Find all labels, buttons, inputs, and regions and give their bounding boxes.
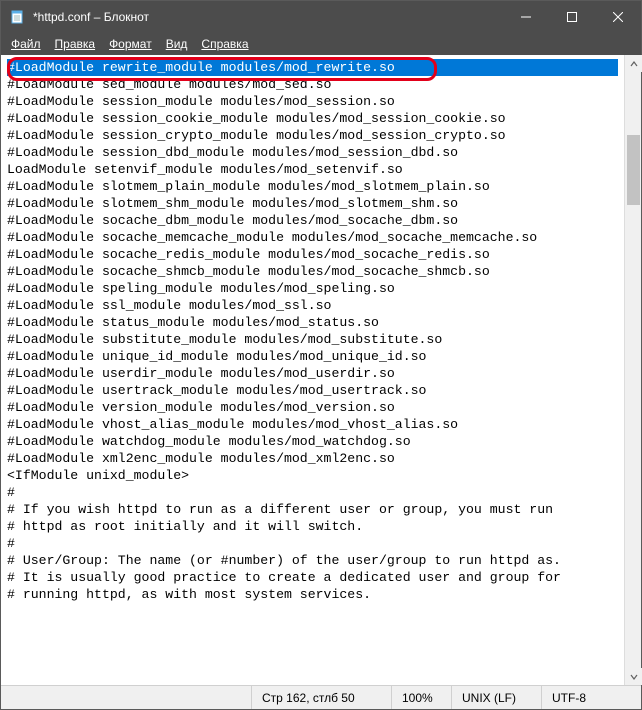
text-line[interactable]: # User/Group: The name (or #number) of t… bbox=[7, 552, 618, 569]
text-line[interactable]: #LoadModule socache_memcache_module modu… bbox=[7, 229, 618, 246]
menu-file[interactable]: Файл bbox=[5, 35, 47, 53]
status-eol: UNIX (LF) bbox=[451, 686, 541, 709]
status-encoding: UTF-8 bbox=[541, 686, 641, 709]
vertical-scrollbar[interactable] bbox=[624, 55, 641, 685]
text-line[interactable]: #LoadModule session_dbd_module modules/m… bbox=[7, 144, 618, 161]
text-line[interactable]: #LoadModule socache_shmcb_module modules… bbox=[7, 263, 618, 280]
notepad-icon bbox=[9, 9, 25, 25]
text-line[interactable]: #LoadModule watchdog_module modules/mod_… bbox=[7, 433, 618, 450]
text-line[interactable]: #LoadModule vhost_alias_module modules/m… bbox=[7, 416, 618, 433]
status-spacer bbox=[1, 686, 251, 709]
text-line[interactable]: # It is usually good practice to create … bbox=[7, 569, 618, 586]
text-line[interactable]: #LoadModule xml2enc_module modules/mod_x… bbox=[7, 450, 618, 467]
maximize-button[interactable] bbox=[549, 1, 595, 33]
text-content[interactable]: #LoadModule rewrite_module modules/mod_r… bbox=[1, 55, 624, 685]
text-line[interactable]: #LoadModule socache_redis_module modules… bbox=[7, 246, 618, 263]
editor-area: #LoadModule rewrite_module modules/mod_r… bbox=[1, 55, 641, 685]
status-zoom: 100% bbox=[391, 686, 451, 709]
status-position: Стр 162, стлб 50 bbox=[251, 686, 391, 709]
text-line[interactable]: #LoadModule userdir_module modules/mod_u… bbox=[7, 365, 618, 382]
scroll-down-button[interactable] bbox=[625, 668, 642, 685]
text-line[interactable]: #LoadModule sed_module modules/mod_sed.s… bbox=[7, 76, 618, 93]
text-line[interactable]: #LoadModule session_module modules/mod_s… bbox=[7, 93, 618, 110]
close-button[interactable] bbox=[595, 1, 641, 33]
text-line[interactable]: #LoadModule slotmem_plain_module modules… bbox=[7, 178, 618, 195]
text-line[interactable]: # If you wish httpd to run as a differen… bbox=[7, 501, 618, 518]
scroll-up-button[interactable] bbox=[625, 55, 642, 72]
menu-format[interactable]: Формат bbox=[103, 35, 158, 53]
minimize-button[interactable] bbox=[503, 1, 549, 33]
text-line[interactable]: #LoadModule slotmem_shm_module modules/m… bbox=[7, 195, 618, 212]
text-line[interactable]: #LoadModule socache_dbm_module modules/m… bbox=[7, 212, 618, 229]
text-line[interactable]: #LoadModule status_module modules/mod_st… bbox=[7, 314, 618, 331]
text-line[interactable]: #LoadModule ssl_module modules/mod_ssl.s… bbox=[7, 297, 618, 314]
text-line[interactable]: #LoadModule session_cookie_module module… bbox=[7, 110, 618, 127]
text-line[interactable]: #LoadModule substitute_module modules/mo… bbox=[7, 331, 618, 348]
menubar: Файл Правка Формат Вид Справка bbox=[1, 33, 641, 55]
selected-text-line[interactable]: #LoadModule rewrite_module modules/mod_r… bbox=[7, 59, 618, 76]
window-title: *httpd.conf – Блокнот bbox=[33, 10, 503, 24]
text-line[interactable]: #LoadModule usertrack_module modules/mod… bbox=[7, 382, 618, 399]
text-line[interactable]: # bbox=[7, 484, 618, 501]
text-line[interactable]: #LoadModule speling_module modules/mod_s… bbox=[7, 280, 618, 297]
scroll-thumb[interactable] bbox=[627, 135, 640, 205]
menu-view[interactable]: Вид bbox=[160, 35, 194, 53]
text-line[interactable]: #LoadModule unique_id_module modules/mod… bbox=[7, 348, 618, 365]
text-line[interactable]: # bbox=[7, 535, 618, 552]
text-line[interactable]: # httpd as root initially and it will sw… bbox=[7, 518, 618, 535]
text-line[interactable]: # running httpd, as with most system ser… bbox=[7, 586, 618, 603]
text-line[interactable]: #LoadModule version_module modules/mod_v… bbox=[7, 399, 618, 416]
text-line[interactable]: LoadModule setenvif_module modules/mod_s… bbox=[7, 161, 618, 178]
menu-help[interactable]: Справка bbox=[195, 35, 254, 53]
titlebar: *httpd.conf – Блокнот bbox=[1, 1, 641, 33]
statusbar: Стр 162, стлб 50 100% UNIX (LF) UTF-8 bbox=[1, 685, 641, 709]
text-line[interactable]: <IfModule unixd_module> bbox=[7, 467, 618, 484]
text-line[interactable]: #LoadModule session_crypto_module module… bbox=[7, 127, 618, 144]
menu-edit[interactable]: Правка bbox=[49, 35, 102, 53]
